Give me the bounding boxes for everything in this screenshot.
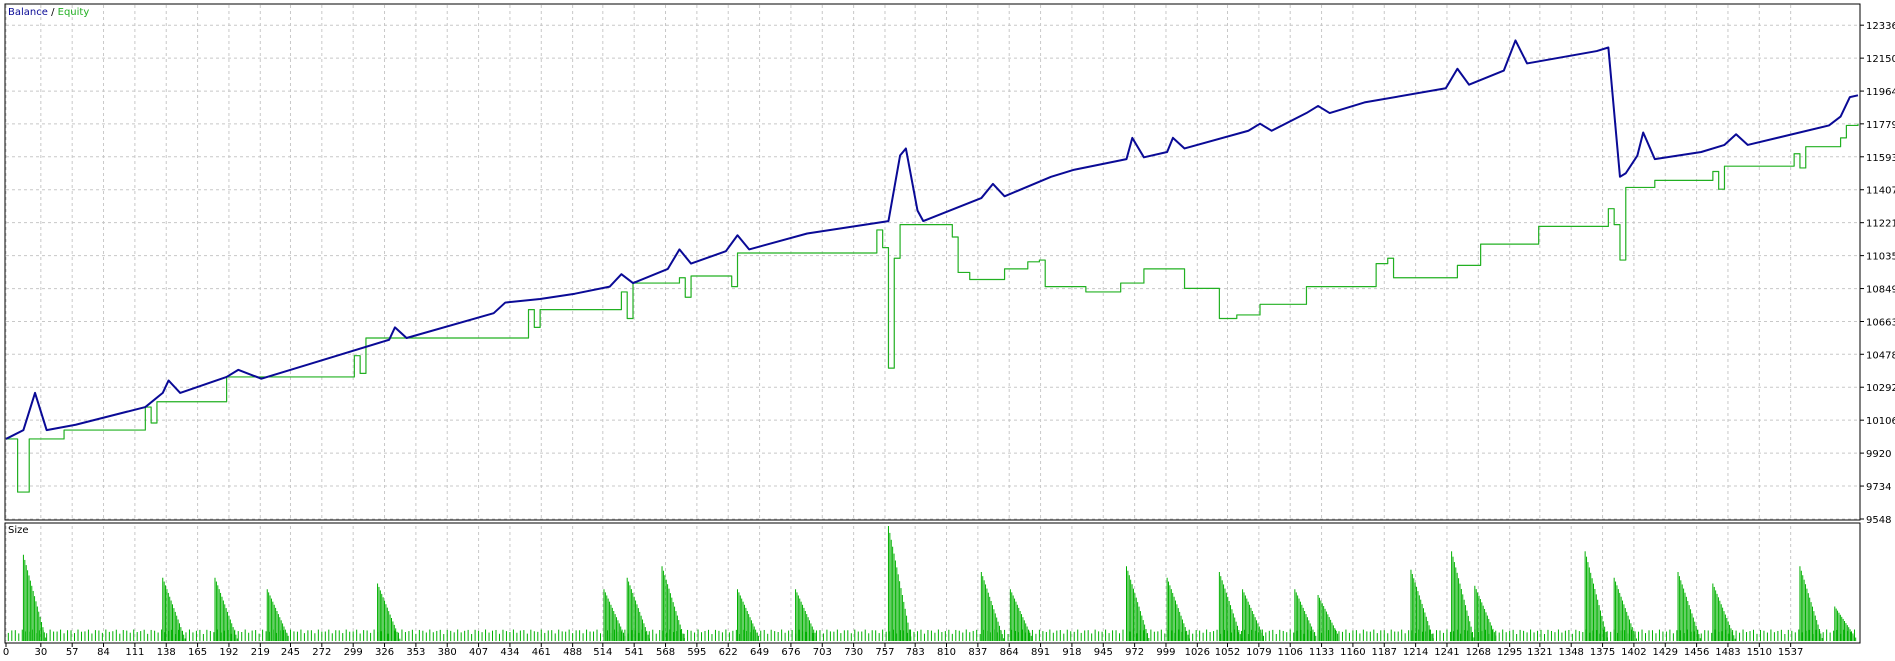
x-axis-ticks: 0 30 57 84 111 138 165 192 219 245 272 299 326 353 380… <box>3 642 1860 658</box>
x-tick-label: 245 <box>281 647 300 657</box>
y-tick-label: 10292 <box>1866 383 1895 394</box>
x-tick-label: 1241 <box>1434 647 1459 657</box>
x-tick-label: 1079 <box>1246 647 1271 657</box>
x-tick-label: 165 <box>188 647 207 657</box>
x-tick-label: 676 <box>781 647 800 657</box>
y-tick-label: 9920 <box>1866 449 1891 460</box>
y-tick-label: 12336 <box>1866 21 1895 32</box>
y-tick-label: 10478 <box>1866 350 1895 361</box>
x-tick-label: 1214 <box>1403 647 1428 657</box>
x-tick-label: 622 <box>719 647 738 657</box>
y-tick-label: 11593 <box>1866 153 1895 164</box>
x-tick-label: 1268 <box>1466 647 1491 657</box>
x-tick-label: 541 <box>625 647 644 657</box>
x-tick-label: 649 <box>750 647 769 657</box>
x-tick-label: 1537 <box>1778 647 1803 657</box>
x-tick-label: 810 <box>937 647 956 657</box>
x-tick-label: 891 <box>1031 647 1050 657</box>
size-panel-frame <box>4 522 1861 644</box>
y-tick-label: 11964 <box>1866 87 1895 98</box>
x-tick-label: 837 <box>968 647 987 657</box>
x-tick-label: 730 <box>844 647 863 657</box>
x-tick-label: 0 <box>3 647 9 657</box>
x-tick-label: 864 <box>1000 647 1019 657</box>
x-tick-label: 1483 <box>1715 647 1740 657</box>
x-tick-label: 380 <box>438 647 457 657</box>
x-tick-label: 407 <box>469 647 488 657</box>
y-axis-ticks: 9548 9734 9920 10106 10292 10478 10663 10849 110… <box>1860 21 1895 526</box>
x-tick-label: 783 <box>906 647 925 657</box>
x-tick-label: 219 <box>251 647 270 657</box>
x-tick-label: 1375 <box>1590 647 1615 657</box>
x-tick-label: 434 <box>500 647 519 657</box>
x-tick-label: 30 <box>34 647 47 657</box>
x-tick-label: 972 <box>1125 647 1144 657</box>
x-tick-label: 111 <box>125 647 144 657</box>
x-tick-label: 57 <box>66 647 79 657</box>
x-tick-label: 353 <box>406 647 425 657</box>
x-tick-label: 703 <box>813 647 832 657</box>
chart-canvas: 9548 9734 9920 10106 10292 10478 10663 10849 110… <box>3 3 1895 658</box>
legend-equity: Equity <box>58 7 90 18</box>
legend-balance: Balance <box>8 7 48 18</box>
size-panel-title: Size <box>8 525 29 536</box>
x-tick-label: 1321 <box>1527 647 1552 657</box>
y-tick-label: 10849 <box>1866 285 1895 296</box>
x-tick-label: 757 <box>875 647 894 657</box>
x-tick-label: 461 <box>532 647 551 657</box>
x-tick-label: 1402 <box>1621 647 1646 657</box>
x-tick-label: 1429 <box>1653 647 1678 657</box>
legend: Balance / Equity <box>8 7 89 18</box>
x-tick-label: 1187 <box>1372 647 1397 657</box>
x-tick-label: 488 <box>563 647 582 657</box>
y-tick-label: 11035 <box>1866 252 1895 263</box>
x-tick-label: 1160 <box>1340 647 1365 657</box>
x-tick-label: 272 <box>312 647 331 657</box>
x-tick-label: 1295 <box>1497 647 1522 657</box>
x-tick-label: 84 <box>97 647 110 657</box>
x-tick-label: 1348 <box>1558 647 1583 657</box>
y-tick-label: 9548 <box>1866 515 1891 526</box>
x-tick-label: 514 <box>593 647 612 657</box>
x-tick-label: 138 <box>157 647 176 657</box>
x-tick-label: 568 <box>656 647 675 657</box>
x-tick-label: 1133 <box>1309 647 1334 657</box>
y-tick-label: 10663 <box>1866 318 1895 329</box>
y-tick-label: 11221 <box>1866 219 1895 230</box>
x-tick-label: 1052 <box>1215 647 1240 657</box>
main-panel-frame <box>4 3 1861 521</box>
x-tick-label: 1026 <box>1185 647 1210 657</box>
balance-equity-chart: 9548 9734 9920 10106 10292 10478 10663 10849 110… <box>0 0 1895 658</box>
legend-separator: / <box>48 7 58 18</box>
x-tick-label: 192 <box>219 647 238 657</box>
y-tick-label: 11407 <box>1866 186 1895 197</box>
x-tick-label: 1456 <box>1684 647 1709 657</box>
y-tick-label: 10106 <box>1866 416 1895 427</box>
y-tick-label: 11779 <box>1866 120 1895 131</box>
x-tick-label: 595 <box>687 647 706 657</box>
x-tick-label: 999 <box>1156 647 1175 657</box>
x-tick-label: 326 <box>375 647 394 657</box>
x-tick-label: 1106 <box>1277 647 1302 657</box>
x-tick-label: 1510 <box>1747 647 1772 657</box>
x-tick-label: 945 <box>1094 647 1113 657</box>
y-tick-label: 9734 <box>1866 482 1891 493</box>
x-tick-label: 299 <box>344 647 363 657</box>
x-tick-label: 918 <box>1062 647 1081 657</box>
y-tick-label: 12150 <box>1866 54 1895 65</box>
